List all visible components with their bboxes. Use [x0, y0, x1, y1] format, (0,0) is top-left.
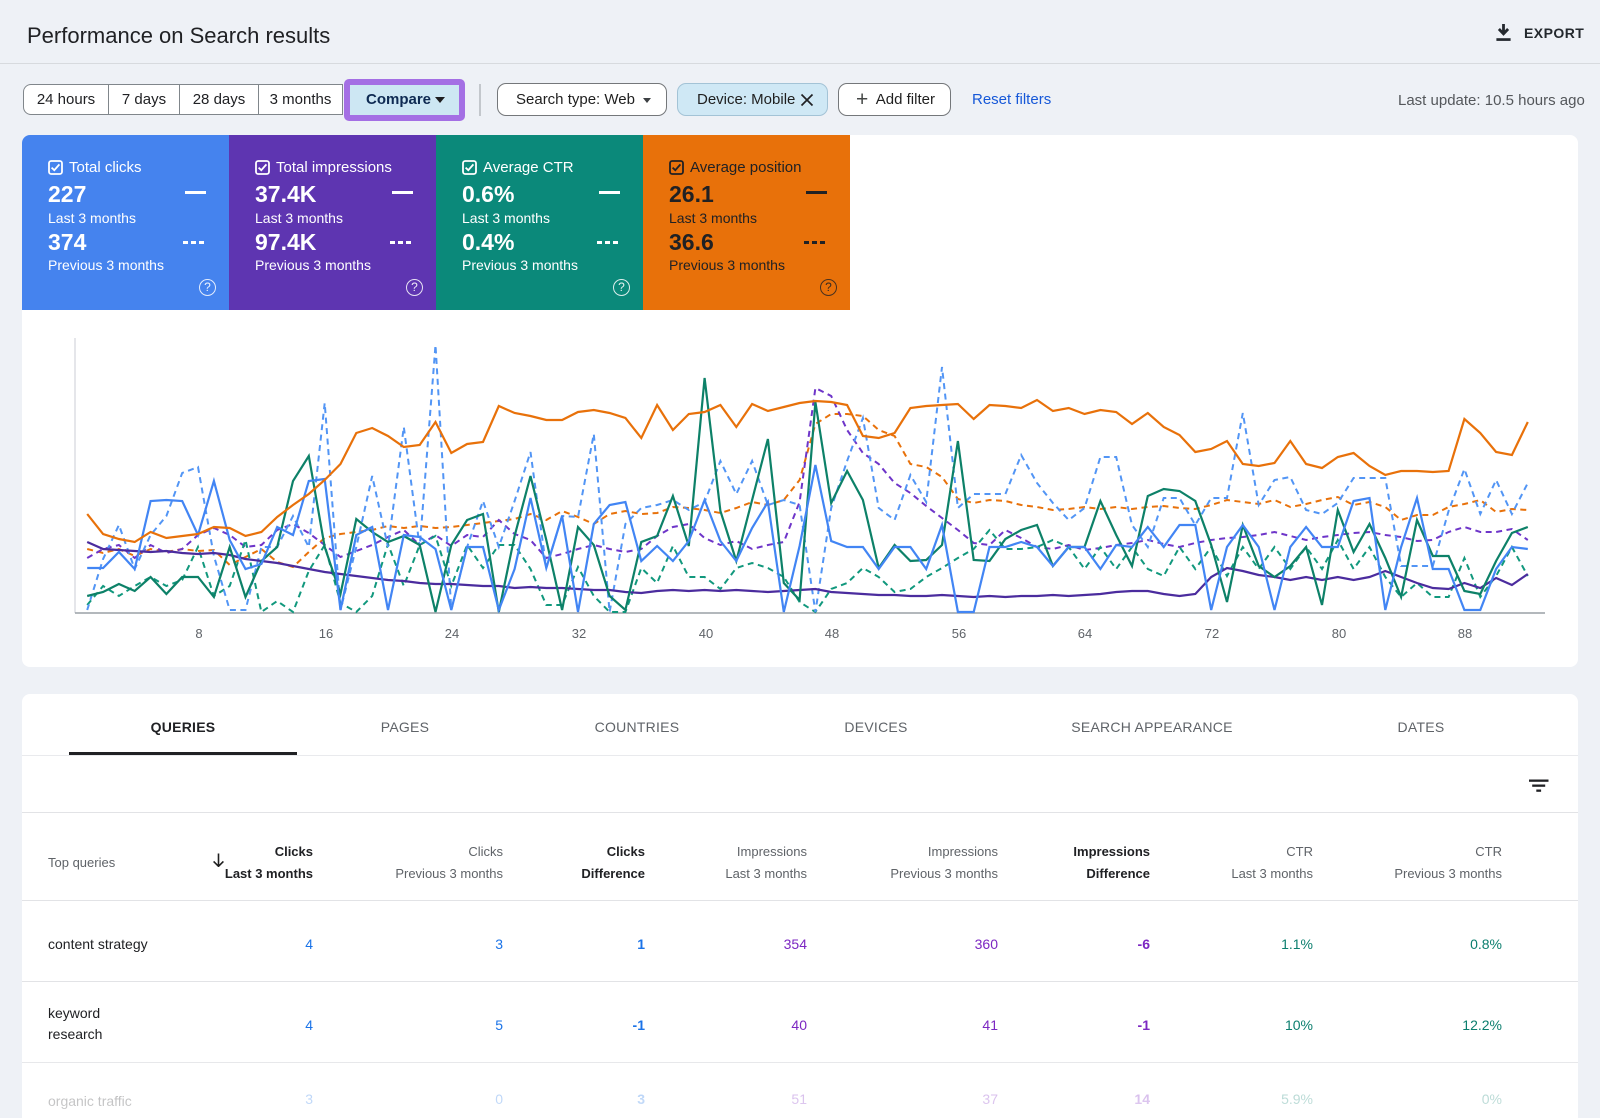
svg-text:88: 88	[1458, 626, 1472, 641]
svg-text:32: 32	[572, 626, 586, 641]
svg-text:40: 40	[699, 626, 713, 641]
svg-text:24: 24	[445, 626, 459, 641]
svg-text:48: 48	[825, 626, 839, 641]
svg-text:8: 8	[195, 626, 202, 641]
svg-text:56: 56	[952, 626, 966, 641]
svg-text:16: 16	[319, 626, 333, 641]
svg-text:64: 64	[1078, 626, 1092, 641]
svg-text:72: 72	[1205, 626, 1219, 641]
svg-text:80: 80	[1332, 626, 1346, 641]
